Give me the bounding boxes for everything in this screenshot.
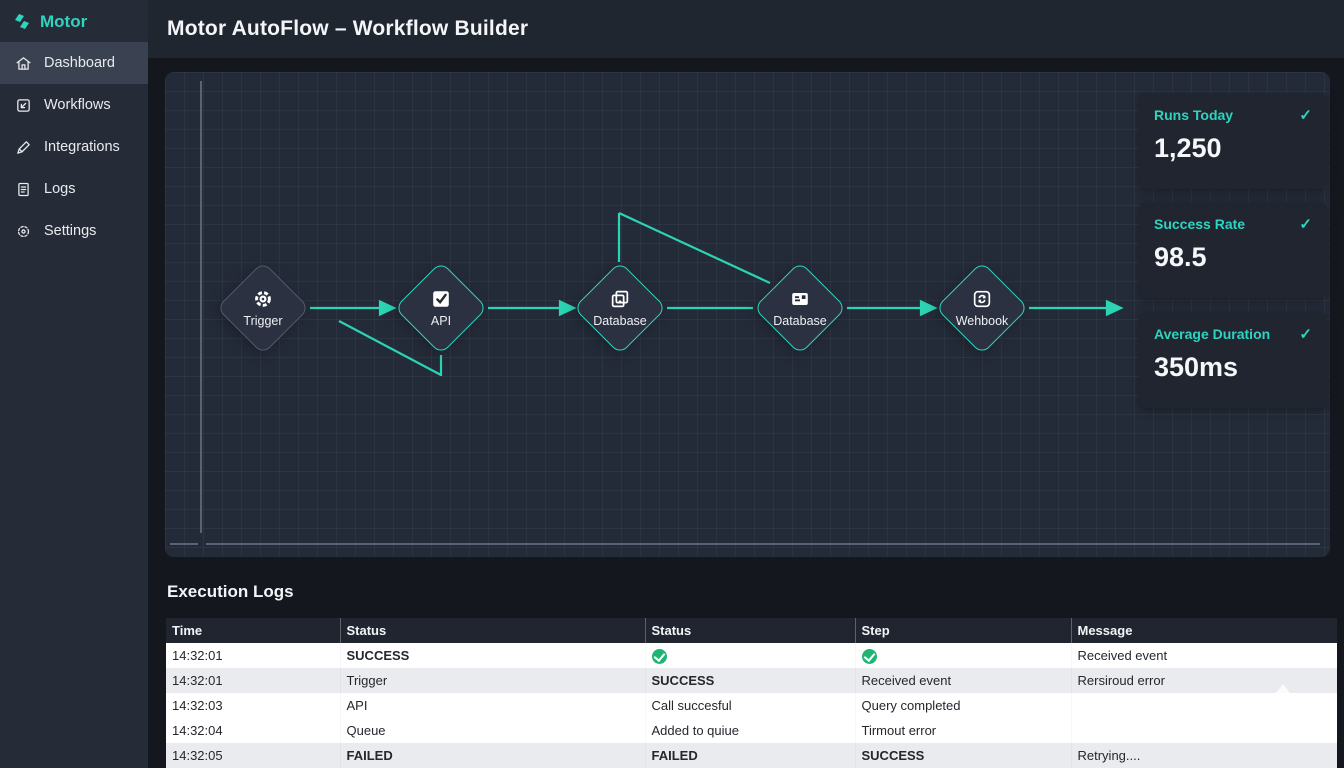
node-label: Database [773,314,827,328]
cell-status2: SUCCESS [645,668,855,693]
column-header-message[interactable]: Message [1071,618,1337,643]
cell-time: 14:32:03 [166,693,340,718]
card-icon [789,288,811,310]
cell-time: 14:32:01 [166,643,340,668]
main-area: Motor AutoFlow – Workflow Builder [148,0,1344,768]
copy-icon [609,288,631,310]
workflow-icon [14,96,32,114]
cell-time: 14:32:05 [166,743,340,768]
motor-bolt-icon [12,13,32,31]
cell-status1: Queue [340,718,645,743]
app-window: Motor Dashboard Workflows Integrations L… [0,0,1344,768]
page-header: Motor AutoFlow – Workflow Builder [148,0,1344,58]
stat-label: Average Duration [1154,326,1270,342]
cell-step: Query completed [855,693,1071,718]
stat-value: 350ms [1154,352,1312,383]
cell-step: Received event [855,668,1071,693]
cell-status1: FAILED [340,743,645,768]
node-trigger[interactable]: Trigger [216,261,309,354]
sidebar-item-label: Logs [44,181,75,197]
cell-status2: Call succesful [645,693,855,718]
cell-status2: FAILED [645,743,855,768]
sidebar-item-label: Dashboard [44,55,115,71]
table-row[interactable]: 14:32:01 Trigger SUCCESS Received event … [166,668,1337,693]
cell-step [855,643,1071,668]
column-header-step[interactable]: Step [855,618,1071,643]
check-square-icon [430,288,452,310]
brand-logo[interactable]: Motor [0,0,148,42]
stat-card-runs-today[interactable]: Runs Today ✓ 1,250 [1139,93,1327,189]
node-label: API [431,314,451,328]
sidebar-item-integrations[interactable]: Integrations [0,126,148,168]
column-header-status2[interactable]: Status [645,618,855,643]
check-icon: ✓ [1299,215,1312,233]
node-api[interactable]: API [394,261,487,354]
check-circle-icon [652,649,667,664]
cell-message: Retrying.... [1071,743,1337,768]
stat-label: Success Rate [1154,216,1245,232]
node-label: Wehbook [956,314,1009,328]
gear-icon [14,222,32,240]
sidebar-item-label: Integrations [44,139,120,155]
column-header-time[interactable]: Time [166,618,340,643]
node-trigger-inner: Trigger [217,262,309,354]
cell-message [1071,718,1337,743]
check-circle-icon [862,649,877,664]
node-label: Trigger [243,314,282,328]
stat-card-average-duration[interactable]: Average Duration ✓ 350ms [1139,312,1327,408]
caret-artifact [1276,684,1290,693]
sidebar-item-logs[interactable]: Logs [0,168,148,210]
content-area: Trigger API [148,58,1344,768]
node-database-1-inner: Database [574,262,666,354]
gear-icon [252,288,274,310]
cell-status2: Added to quiue [645,718,855,743]
cell-time: 14:32:04 [166,718,340,743]
home-icon [14,54,32,72]
logs-heading: Execution Logs [167,582,294,602]
column-header-status1[interactable]: Status [340,618,645,643]
stat-value: 98.5 [1154,242,1312,273]
table-header-row: Time Status Status Step Message [166,618,1337,643]
node-webhook-inner: Wehbook [936,262,1028,354]
sidebar: Motor Dashboard Workflows Integrations L… [0,0,148,768]
brand-name: Motor [40,12,87,32]
cell-status1: SUCCESS [340,643,645,668]
cell-step: Tirmout error [855,718,1071,743]
stat-label: Runs Today [1154,107,1233,123]
check-icon: ✓ [1299,325,1312,343]
node-label: Database [593,314,647,328]
node-database-1[interactable]: Database [573,261,666,354]
execution-logs-table: Time Status Status Step Message 14:32:01… [166,618,1338,768]
stat-value: 1,250 [1154,133,1312,164]
sidebar-item-workflows[interactable]: Workflows [0,84,148,126]
sidebar-item-label: Workflows [44,97,111,113]
loop-icon [971,288,993,310]
table-row[interactable]: 14:32:04 Queue Added to quiue Tirmout er… [166,718,1337,743]
cell-message [1071,693,1337,718]
node-webhook[interactable]: Wehbook [935,261,1028,354]
table-row[interactable]: 14:32:05 FAILED FAILED SUCCESS Retrying.… [166,743,1337,768]
sidebar-item-label: Settings [44,223,96,239]
stat-card-success-rate[interactable]: Success Rate ✓ 98.5 [1139,202,1327,298]
cell-status2 [645,643,855,668]
cell-status1: Trigger [340,668,645,693]
check-icon: ✓ [1299,106,1312,124]
table-row[interactable]: 14:32:03 API Call succesful Query comple… [166,693,1337,718]
table-row[interactable]: 14:32:01 SUCCESS Received event [166,643,1337,668]
node-api-inner: API [395,262,487,354]
cell-step: SUCCESS [855,743,1071,768]
cell-message: Received event [1071,643,1337,668]
workflow-canvas[interactable]: Trigger API [165,72,1330,557]
cell-status1: API [340,693,645,718]
node-database-2[interactable]: Database [753,261,846,354]
node-database-2-inner: Database [754,262,846,354]
cell-time: 14:32:01 [166,668,340,693]
page-title: Motor AutoFlow – Workflow Builder [167,17,528,41]
sidebar-item-dashboard[interactable]: Dashboard [0,42,148,84]
sidebar-item-settings[interactable]: Settings [0,210,148,252]
pen-icon [14,138,32,156]
document-icon [14,180,32,198]
cell-message: Rersiroud error [1071,668,1337,693]
